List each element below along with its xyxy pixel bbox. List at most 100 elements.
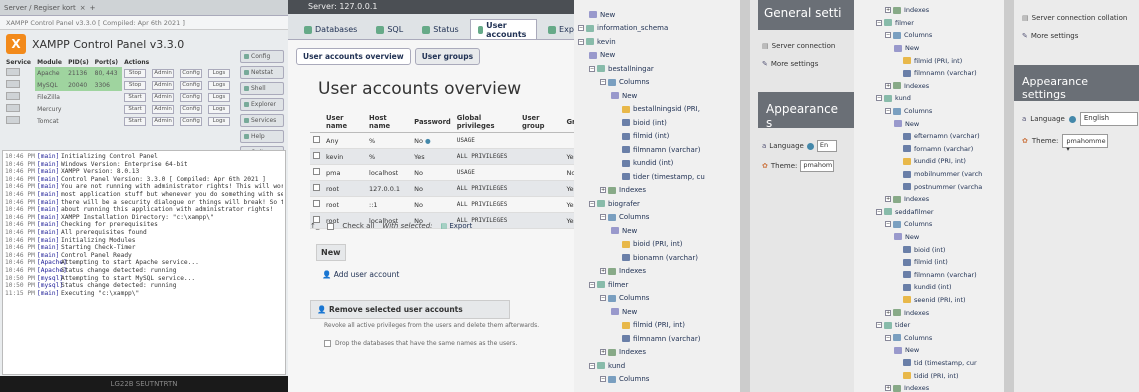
tree-node-field[interactable]: efternamn (varchar) <box>854 130 1004 143</box>
expand-toggle-icon[interactable]: − <box>600 295 606 302</box>
theme-select[interactable]: pmahomme ▾ <box>1062 134 1109 153</box>
tree-node-field[interactable]: mobilnummer (varch <box>854 168 1004 181</box>
theme-select[interactable]: pmahom <box>800 160 835 172</box>
expand-toggle-icon[interactable]: + <box>885 385 891 392</box>
tree-node-new[interactable]: New <box>574 49 754 63</box>
start-stop-button[interactable]: Stop <box>124 80 147 90</box>
logs-button[interactable]: Logs <box>207 116 230 126</box>
service-checkbox[interactable] <box>6 80 20 88</box>
tree-node-key[interactable]: kundid (PRI, int) <box>854 155 1004 168</box>
config-button[interactable]: Config <box>180 68 203 78</box>
tree-node-db[interactable]: − seddafilmer <box>854 206 1004 219</box>
tree-node-idx[interactable]: + Indexes <box>574 184 754 198</box>
service-checkbox[interactable] <box>6 68 20 76</box>
admin-button[interactable]: Admin <box>152 68 175 78</box>
new-tab-icon[interactable]: + <box>90 4 96 12</box>
tree-node-new[interactable]: New <box>854 344 1004 357</box>
expand-toggle-icon[interactable]: + <box>600 349 606 356</box>
tree-node-new[interactable]: New <box>854 117 1004 130</box>
expand-toggle-icon[interactable]: − <box>589 65 595 72</box>
tree-node-new[interactable]: New <box>854 231 1004 244</box>
config-button[interactable]: Config <box>180 116 203 126</box>
expand-toggle-icon[interactable]: − <box>876 19 882 26</box>
logs-button[interactable]: Logs <box>207 104 230 114</box>
expand-toggle-icon[interactable]: − <box>876 322 882 329</box>
tree-node-new[interactable]: New <box>854 42 1004 55</box>
config-button[interactable]: Config <box>180 104 203 114</box>
tree-node-field[interactable]: filmnamn (varchar) <box>854 268 1004 281</box>
tree-node-db[interactable]: − kevin <box>574 35 754 49</box>
tree-scrollbar[interactable] <box>740 0 750 392</box>
tree-node-col[interactable]: − Columns <box>854 218 1004 231</box>
tree-node-new[interactable]: New <box>574 305 754 319</box>
tree-node-db[interactable]: − filmer <box>854 17 1004 30</box>
tree-node-col[interactable]: − Columns <box>854 331 1004 344</box>
row-checkbox[interactable] <box>313 184 320 191</box>
more-settings-link[interactable]: ✎ More settings <box>762 60 818 68</box>
tree-node-new[interactable]: New <box>574 89 754 103</box>
tree-node-col[interactable]: − Columns <box>854 105 1004 118</box>
tree-node-key[interactable]: seenid (PRI, int) <box>854 294 1004 307</box>
check-all-checkbox[interactable] <box>327 222 335 230</box>
subtab-user-accounts-overview[interactable]: User accounts overview <box>296 48 411 65</box>
tree-node-col[interactable]: − Columns <box>854 29 1004 42</box>
export-button[interactable]: ▤ Export <box>441 222 473 230</box>
admin-button[interactable]: Admin <box>152 116 175 126</box>
admin-button[interactable]: Admin <box>152 104 175 114</box>
logs-button[interactable]: Logs <box>207 80 230 90</box>
tree-node-db[interactable]: − kund <box>574 359 754 373</box>
tree-node-db[interactable]: − tider <box>854 319 1004 332</box>
drop-db-checkbox[interactable] <box>324 340 331 347</box>
tree-node-new[interactable]: New <box>574 8 754 22</box>
tree-node-field[interactable]: filmid (int) <box>854 256 1004 269</box>
tab-databases[interactable]: Databases <box>296 19 365 39</box>
admin-button[interactable]: Admin <box>152 92 175 102</box>
server-collation-item[interactable]: ▤ Server connection collation <box>1022 14 1127 22</box>
expand-toggle-icon[interactable]: + <box>885 7 891 14</box>
start-stop-button[interactable]: Start <box>124 92 147 102</box>
tree-node-key[interactable]: filmid (PRI, int) <box>854 54 1004 67</box>
tree-node-col[interactable]: − Columns <box>574 76 754 90</box>
tree-node-idx[interactable]: + Indexes <box>854 80 1004 93</box>
expand-toggle-icon[interactable]: − <box>578 25 584 32</box>
tree-node-field[interactable]: filmid (int) <box>574 130 754 144</box>
tree-node-field[interactable]: kundid (int) <box>574 157 754 171</box>
add-user-link[interactable]: 👤 Add user account <box>322 270 399 279</box>
start-stop-button[interactable]: Start <box>124 104 147 114</box>
tree-node-db[interactable]: − filmer <box>574 278 754 292</box>
service-checkbox[interactable] <box>6 92 20 100</box>
tree-node-key[interactable]: filmid (PRI, int) <box>574 319 754 333</box>
expand-toggle-icon[interactable]: − <box>600 214 606 221</box>
tree-scrollbar[interactable] <box>1004 0 1014 392</box>
expand-toggle-icon[interactable]: − <box>885 32 891 39</box>
config-button[interactable]: Config <box>180 80 203 90</box>
side-button-config[interactable]: Config <box>240 50 284 63</box>
side-button-services[interactable]: Services <box>240 114 284 127</box>
server-connection-item[interactable]: ▤ Server connection <box>762 42 835 50</box>
expand-toggle-icon[interactable]: − <box>578 38 584 45</box>
tree-node-col[interactable]: − Columns <box>574 211 754 225</box>
tree-node-idx[interactable]: + Indexes <box>854 382 1004 392</box>
tree-node-field[interactable]: filmnamn (varchar) <box>574 143 754 157</box>
help-icon[interactable] <box>806 142 814 150</box>
tree-node-col[interactable]: − Columns <box>574 373 754 387</box>
tab-status[interactable]: Status <box>414 19 467 39</box>
side-button-help[interactable]: Help <box>240 130 284 143</box>
service-checkbox[interactable] <box>6 104 20 112</box>
tree-node-field[interactable]: tid (timestamp, cur <box>854 357 1004 370</box>
tree-node-col[interactable]: − Columns <box>574 292 754 306</box>
start-stop-button[interactable]: Stop <box>124 68 147 78</box>
warning-icon[interactable]: ● <box>423 137 431 145</box>
server-breadcrumb[interactable]: Server: 127.0.0.1 <box>288 0 574 14</box>
expand-toggle-icon[interactable]: − <box>600 79 606 86</box>
row-checkbox[interactable] <box>313 200 320 207</box>
tree-node-field[interactable]: filmnamn (varchar) <box>854 67 1004 80</box>
tree-node-db[interactable]: − kund <box>854 92 1004 105</box>
close-icon[interactable]: × <box>80 4 86 12</box>
drop-db-option[interactable]: Drop the databases that have the same na… <box>324 340 517 347</box>
config-button[interactable]: Config <box>180 92 203 102</box>
logs-button[interactable]: Logs <box>207 68 230 78</box>
tree-node-idx[interactable]: + Indexes <box>854 193 1004 206</box>
side-button-explorer[interactable]: Explorer <box>240 98 284 111</box>
tree-node-field[interactable]: bionamn (varchar) <box>574 251 754 265</box>
